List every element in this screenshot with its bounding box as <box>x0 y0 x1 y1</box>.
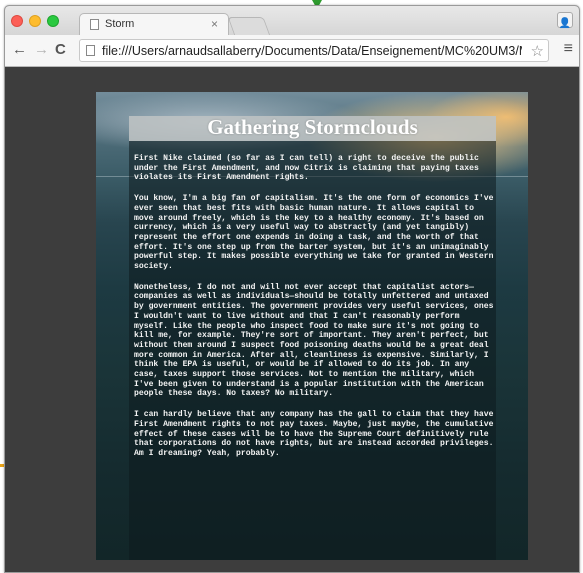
browser-toolbar: ← → C file:///Users/arnaudsallaberry/Doc… <box>5 35 579 67</box>
paragraph-1: First Nike claimed (so far as I can tell… <box>134 154 479 183</box>
reload-icon[interactable]: C <box>55 42 66 58</box>
article-panel: Gathering Stormclouds First Nike claimed… <box>129 115 496 560</box>
tab-title: Storm <box>105 18 135 30</box>
title-bar: Storm × 👤 <box>5 6 579 36</box>
tab-storm[interactable]: Storm × <box>79 13 229 36</box>
close-tab-icon[interactable]: × <box>211 17 218 31</box>
minimize-window-button[interactable] <box>29 15 41 27</box>
page-title: Gathering Stormclouds <box>207 115 418 139</box>
article-body: First Nike claimed (so far as I can tell… <box>134 154 494 470</box>
new-tab-button[interactable] <box>227 17 271 36</box>
paragraph-4: I can hardly believe that any company ha… <box>134 410 494 458</box>
page-viewport: Gathering Stormclouds First Nike claimed… <box>5 67 579 572</box>
zoom-window-button[interactable] <box>47 15 59 27</box>
browser-window: Storm × 👤 ← → C file:///Users/arnaudsall… <box>4 5 580 573</box>
url-text[interactable]: file:///Users/arnaudsallaberry/Documents… <box>102 44 522 58</box>
paragraph-2: You know, I'm a big fan of capitalism. I… <box>134 194 494 272</box>
profile-glyph: 👤 <box>558 18 572 29</box>
page-icon <box>90 19 99 30</box>
address-bar[interactable]: file:///Users/arnaudsallaberry/Documents… <box>79 39 549 62</box>
stormclouds-background: Gathering Stormclouds First Nike claimed… <box>96 92 528 560</box>
close-window-button[interactable] <box>11 15 23 27</box>
bookmark-star-icon[interactable]: ☆ <box>531 42 544 60</box>
window-controls <box>11 15 59 27</box>
back-arrow-icon[interactable]: ← <box>12 42 27 58</box>
paragraph-3: Nonetheless, I do not and will not ever … <box>134 282 494 399</box>
page-icon <box>86 45 95 56</box>
hamburger-menu-icon[interactable]: ≡ <box>564 41 573 57</box>
forward-arrow-icon[interactable]: → <box>34 42 49 58</box>
profile-icon[interactable]: 👤 <box>557 12 573 29</box>
